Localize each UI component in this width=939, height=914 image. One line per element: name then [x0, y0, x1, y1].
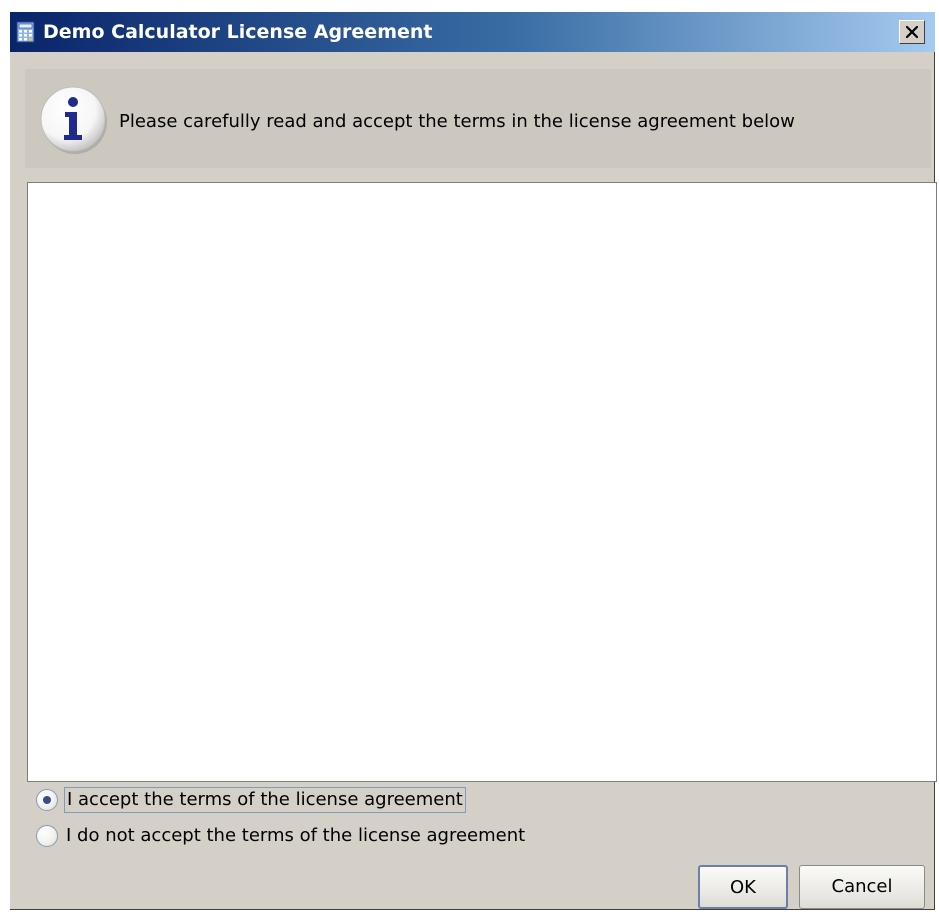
- cancel-button[interactable]: Cancel: [799, 865, 925, 909]
- ok-button[interactable]: OK: [698, 865, 788, 909]
- radio-selected-dot: [43, 796, 51, 804]
- title-bar[interactable]: Demo Calculator License Agreement: [10, 12, 935, 52]
- decline-label[interactable]: I do not accept the terms of the license…: [64, 824, 527, 848]
- info-banner: Please carefully read and accept the ter…: [25, 69, 931, 168]
- license-text-area[interactable]: [27, 182, 937, 782]
- decline-radio[interactable]: [36, 825, 58, 847]
- accept-radio[interactable]: [36, 789, 58, 811]
- accept-label[interactable]: I accept the terms of the license agreem…: [64, 787, 466, 813]
- close-icon: [906, 26, 918, 38]
- close-button[interactable]: [899, 20, 925, 44]
- window-title: Demo Calculator License Agreement: [43, 21, 433, 43]
- license-dialog: Demo Calculator License Agreement Please…: [10, 12, 937, 910]
- calculator-app-icon: [16, 21, 35, 43]
- decline-option[interactable]: I do not accept the terms of the license…: [36, 822, 527, 850]
- accept-option[interactable]: I accept the terms of the license agreem…: [36, 786, 466, 814]
- info-icon: [40, 86, 107, 154]
- info-message: Please carefully read and accept the ter…: [119, 111, 795, 132]
